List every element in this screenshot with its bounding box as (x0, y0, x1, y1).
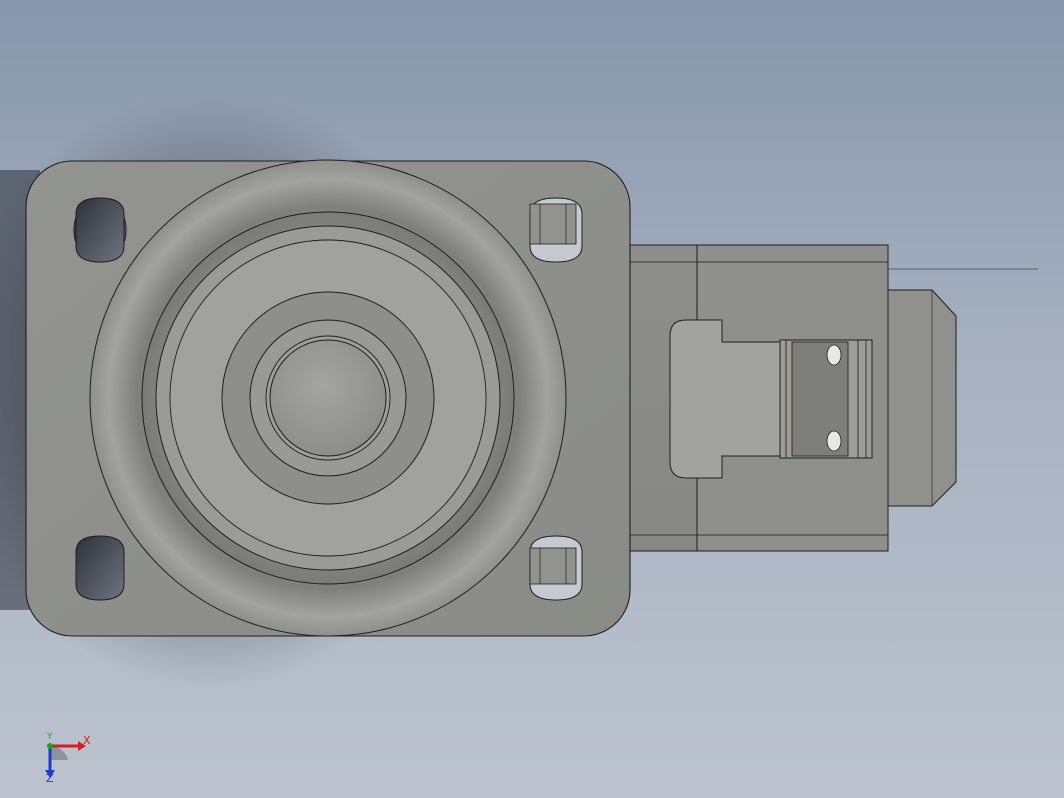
brake-pedal[interactable] (887, 289, 957, 507)
caster-model-drawing[interactable] (0, 0, 1064, 798)
graphics-viewport[interactable]: X Y Z (0, 0, 1064, 798)
bolt-hole-top-right[interactable] (529, 197, 583, 263)
bolt-hole-bottom-left[interactable] (75, 535, 125, 601)
hub-kingpin[interactable] (269, 339, 387, 457)
view-orientation-triad[interactable]: X Y Z (40, 732, 100, 788)
triad-y-axis (47, 743, 53, 749)
triad-y-label: Y (47, 732, 53, 742)
brake-clip[interactable] (779, 339, 873, 459)
triad-z-label: Z (46, 772, 54, 785)
clip-hole-top (826, 344, 842, 366)
bolt-hole-bottom-right[interactable] (529, 535, 583, 601)
triad-x-label: X (83, 734, 91, 747)
brake-lever-slot[interactable] (669, 319, 783, 479)
bolt-hole-top-left[interactable] (73, 197, 127, 263)
clip-hole-bottom (826, 430, 842, 452)
